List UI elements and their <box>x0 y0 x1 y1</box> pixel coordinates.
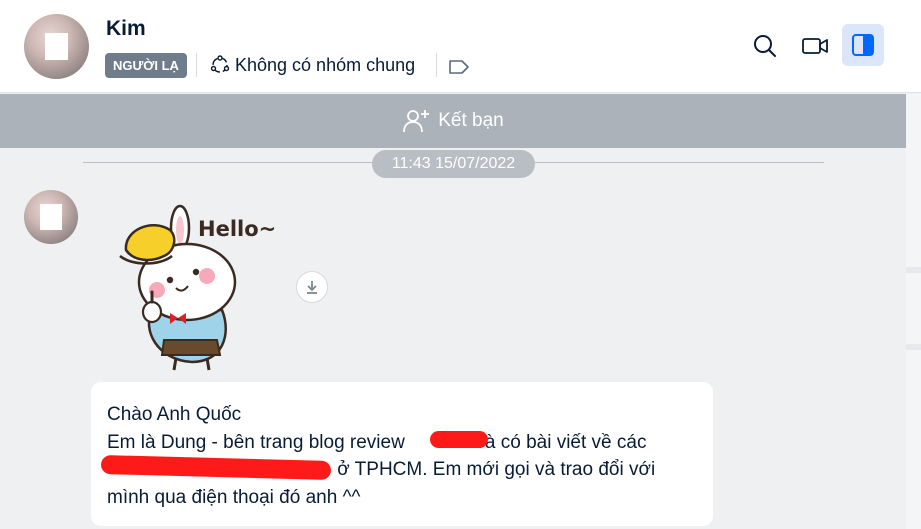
common-groups-label: Không có nhóm chung <box>235 54 416 75</box>
add-user-icon <box>403 110 430 133</box>
download-icon <box>307 281 317 294</box>
toggle-side-panel-button[interactable] <box>842 24 884 66</box>
scrollbar-mark <box>906 344 921 350</box>
avatar-placeholder <box>40 204 62 230</box>
message-bubble[interactable]: Chào Anh Quốc Em là Dung - bên trang blo… <box>91 382 713 526</box>
message-line: Em là Dung - bên trang blog review và có… <box>107 429 697 457</box>
message-text: và có bài viết về các <box>475 431 647 453</box>
header-divider <box>196 53 197 77</box>
search-icon <box>754 35 776 57</box>
tag-icon[interactable] <box>448 58 470 76</box>
message-line: mình qua điện thoại đó anh ^^ <box>107 486 361 508</box>
video-call-icon <box>802 38 828 54</box>
avatar-placeholder <box>45 33 68 60</box>
search-button[interactable] <box>745 26 785 66</box>
scrollbar-track[interactable] <box>906 94 921 529</box>
redaction-mark <box>430 431 488 448</box>
message-timestamp: 11:43 15/07/2022 <box>372 150 535 178</box>
contact-name[interactable]: Kim <box>106 17 146 41</box>
stranger-badge: NGƯỜI LẠ <box>105 53 187 78</box>
message-text: Em là Dung - bên trang blog review <box>107 431 405 453</box>
message-line: Chào Anh Quốc <box>107 404 242 425</box>
add-friend-label: Kết bạn <box>438 110 504 131</box>
download-sticker-button[interactable] <box>296 271 328 303</box>
video-call-button[interactable] <box>795 26 835 66</box>
chat-header: Kim NGƯỜI LẠ Không có nhóm chung <box>0 0 921 93</box>
group-circle-icon <box>210 55 230 73</box>
hello-sticker[interactable]: Hello~ <box>112 200 282 375</box>
add-friend-bar[interactable]: Kết bạn <box>0 94 906 148</box>
sender-avatar[interactable] <box>24 190 78 244</box>
message-text: ở TPHCM. Em mới gọi và trao đổi với <box>337 459 656 480</box>
common-groups-info[interactable]: Không có nhóm chung <box>210 53 415 77</box>
scrollbar-mark <box>906 267 921 273</box>
side-panel-icon <box>852 34 874 56</box>
contact-avatar[interactable] <box>24 14 89 79</box>
sticker-text: Hello~ <box>198 217 276 241</box>
header-divider <box>436 53 437 77</box>
